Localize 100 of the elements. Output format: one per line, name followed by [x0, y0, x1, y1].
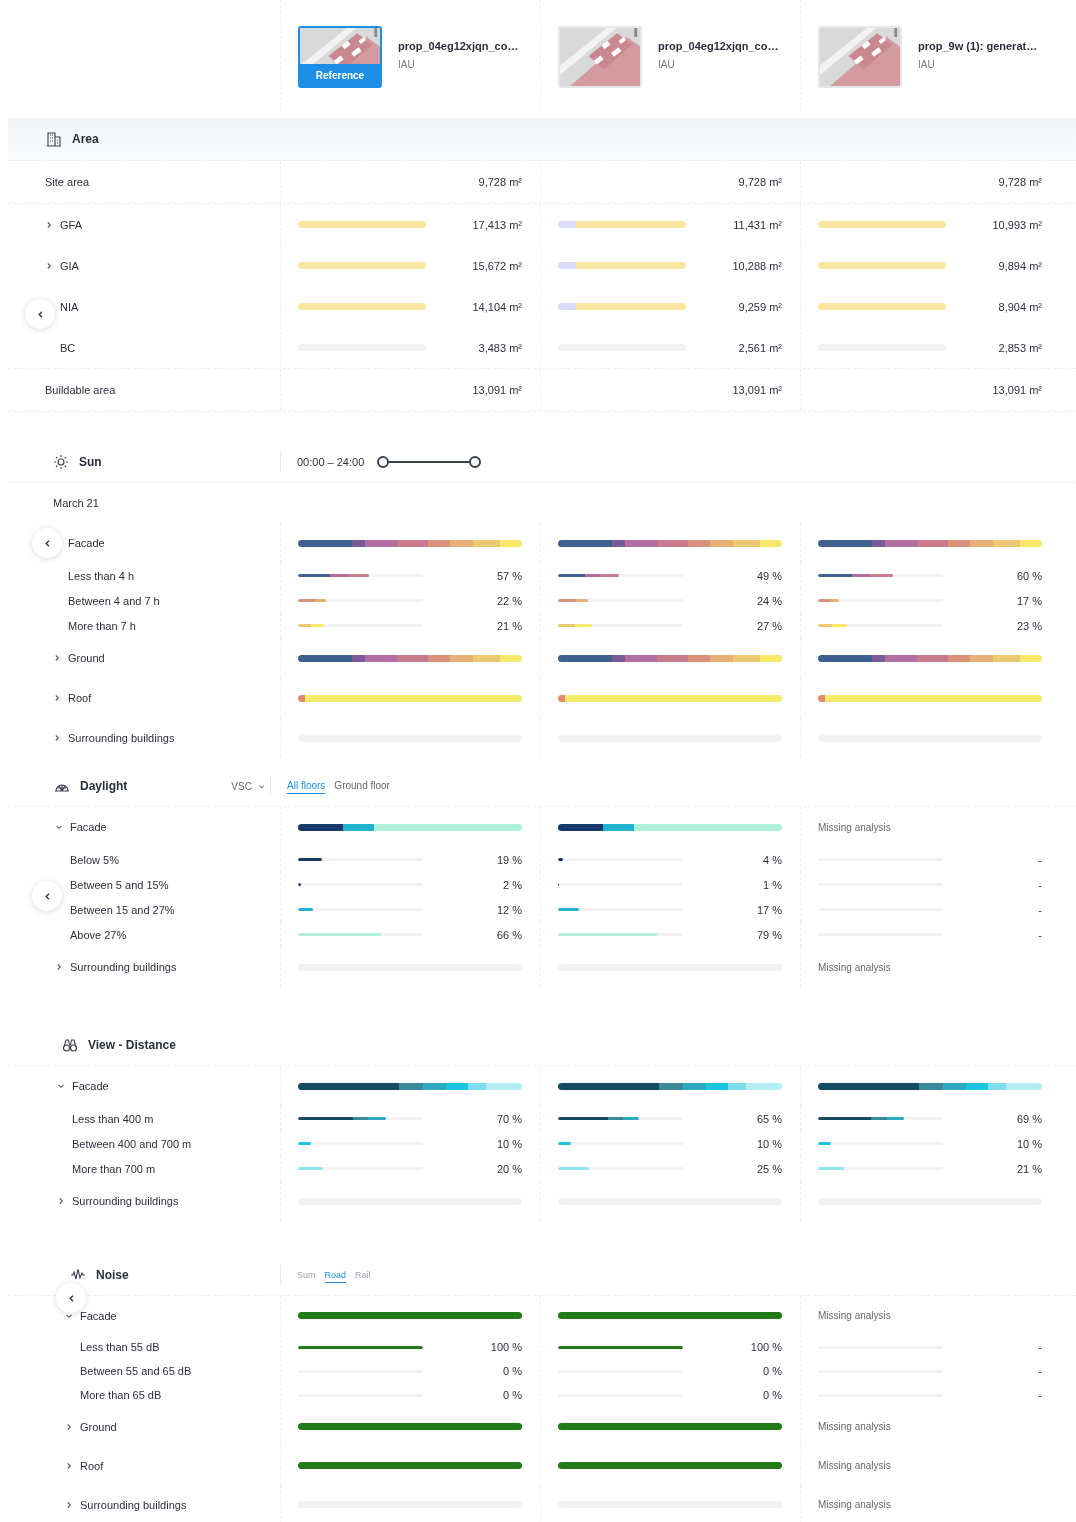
row-label[interactable]: Surrounding buildings: [72, 1195, 179, 1207]
row-label[interactable]: Ground: [68, 652, 105, 664]
chevron-left-icon: [42, 891, 52, 901]
proposal-name[interactable]: prop_9w (1): generat…: [918, 40, 1038, 52]
cell-value: 3,483 m²: [478, 341, 522, 354]
row-label: Between 5 and 15%: [70, 878, 169, 891]
row-label: Less than 55 dB: [80, 1341, 160, 1353]
proposal-owner: IAU: [398, 59, 416, 70]
row-label: BC: [60, 341, 76, 354]
section-title: Noise: [96, 1268, 129, 1282]
chevron-down-icon[interactable]: [57, 1082, 65, 1090]
chevron-right-icon[interactable]: [53, 654, 61, 662]
cell-value: 69 %: [1016, 1112, 1042, 1125]
section-title: Daylight: [80, 779, 128, 793]
row-label: More than 700 m: [72, 1162, 156, 1175]
cell-value: 13,091 m²: [732, 384, 782, 396]
cell-value: 10 %: [756, 1137, 782, 1150]
range-slider[interactable]: [377, 456, 482, 468]
row-label[interactable]: Facade: [72, 1080, 109, 1092]
cell-value: 2,561 m²: [738, 341, 782, 354]
section-title: View - Distance: [88, 1038, 176, 1052]
cell-value: -: [1038, 1389, 1042, 1401]
slider-handle[interactable]: [377, 456, 390, 468]
cell-value: 2,853 m²: [998, 341, 1042, 354]
row-label[interactable]: Surrounding buildings: [68, 732, 175, 744]
chevron-right-icon[interactable]: [45, 220, 53, 229]
missing-note: Missing analysis: [818, 1499, 891, 1510]
row-label[interactable]: Roof: [80, 1459, 104, 1472]
tab[interactable]: Road: [324, 1267, 347, 1283]
building-icon: [46, 131, 62, 147]
date-label: March 21: [53, 497, 99, 509]
cell-value: 15,672 m²: [472, 259, 522, 272]
row-label: NIA: [60, 300, 79, 313]
row-label[interactable]: Facade: [80, 1309, 117, 1322]
row-label: Facade: [68, 537, 105, 549]
chevron-right-icon[interactable]: [53, 694, 61, 702]
cell-value: 11,431 m²: [733, 218, 782, 231]
row-label[interactable]: Roof: [68, 692, 92, 704]
row-label[interactable]: Surrounding buildings: [70, 961, 177, 973]
cell-value: 9,894 m²: [998, 259, 1042, 272]
cell-value: 10,993 m²: [992, 218, 1042, 231]
section-title: Sun: [79, 455, 102, 469]
metric-dropdown[interactable]: VSC: [227, 778, 269, 794]
chevron-right-icon[interactable]: [65, 1461, 73, 1470]
row-label: Above 27%: [70, 928, 127, 941]
cell-value: 17 %: [756, 903, 782, 916]
cell-value: 10 %: [496, 1137, 522, 1150]
row-label: Site area: [45, 176, 90, 188]
chevron-right-icon[interactable]: [57, 1197, 65, 1205]
tab[interactable]: Ground floor: [334, 778, 390, 794]
chevron-left-icon: [35, 309, 45, 319]
chevron-down-icon[interactable]: [55, 823, 63, 831]
cell-value: 21 %: [496, 619, 522, 632]
cell-value: 17,413 m²: [472, 218, 522, 231]
cell-value: 13,091 m²: [992, 384, 1042, 396]
proposal-owner: IAU: [918, 59, 936, 70]
row-label[interactable]: Surrounding buildings: [80, 1498, 187, 1511]
cell-value: 0 %: [763, 1365, 782, 1377]
missing-note: Missing analysis: [818, 1460, 891, 1471]
slider-handle[interactable]: [469, 456, 482, 468]
chevron-right-icon[interactable]: [65, 1422, 73, 1431]
chevron-right-icon[interactable]: [53, 734, 61, 742]
row-label[interactable]: GFA: [60, 218, 82, 231]
cell-value: 49 %: [756, 569, 782, 582]
missing-note: Missing analysis: [818, 821, 891, 833]
cell-value: 12 %: [496, 903, 522, 916]
cell-value: 4 %: [763, 853, 782, 866]
missing-note: Missing analysis: [818, 1421, 891, 1432]
cell-value: 9,728 m²: [478, 176, 522, 188]
tab[interactable]: All floors: [287, 778, 326, 794]
cell-value: 70 %: [496, 1112, 522, 1125]
row-label[interactable]: GIA: [60, 259, 79, 272]
cell-value: 79 %: [756, 928, 782, 941]
proposal-owner: IAU: [658, 59, 676, 70]
cell-value: 9,259 m²: [738, 300, 782, 313]
cell-value: -: [1038, 928, 1042, 941]
chevron-right-icon[interactable]: [45, 261, 53, 270]
chevron-right-icon[interactable]: [65, 1500, 73, 1509]
cell-value: 65 %: [756, 1112, 782, 1125]
missing-note: Missing analysis: [818, 961, 891, 973]
row-label: Between 15 and 27%: [70, 903, 175, 916]
cell-value: 0 %: [503, 1365, 522, 1377]
cell-value: 66 %: [496, 928, 522, 941]
missing-note: Missing analysis: [818, 1310, 891, 1321]
row-label[interactable]: Ground: [80, 1420, 117, 1433]
proposal-name[interactable]: prop_04eg12xjqn_co…: [658, 40, 779, 52]
sun-icon: [53, 454, 69, 470]
proposal-name[interactable]: prop_04eg12xjqn_co…: [398, 40, 519, 52]
cell-value: -: [1038, 853, 1042, 866]
time-range: 00:00 – 24:00: [297, 456, 365, 468]
row-label[interactable]: Facade: [70, 821, 107, 833]
chevron-left-icon: [66, 1293, 76, 1303]
cell-value: 25 %: [756, 1162, 782, 1175]
cell-value: 100 %: [490, 1341, 522, 1353]
cell-value: 14,104 m²: [472, 300, 522, 313]
chevron-right-icon[interactable]: [55, 963, 63, 971]
cell-value: 0 %: [763, 1389, 782, 1401]
cell-value: 57 %: [496, 569, 522, 582]
row-label: Between 55 and 65 dB: [80, 1365, 192, 1377]
cell-value: 13,091 m²: [472, 384, 522, 396]
